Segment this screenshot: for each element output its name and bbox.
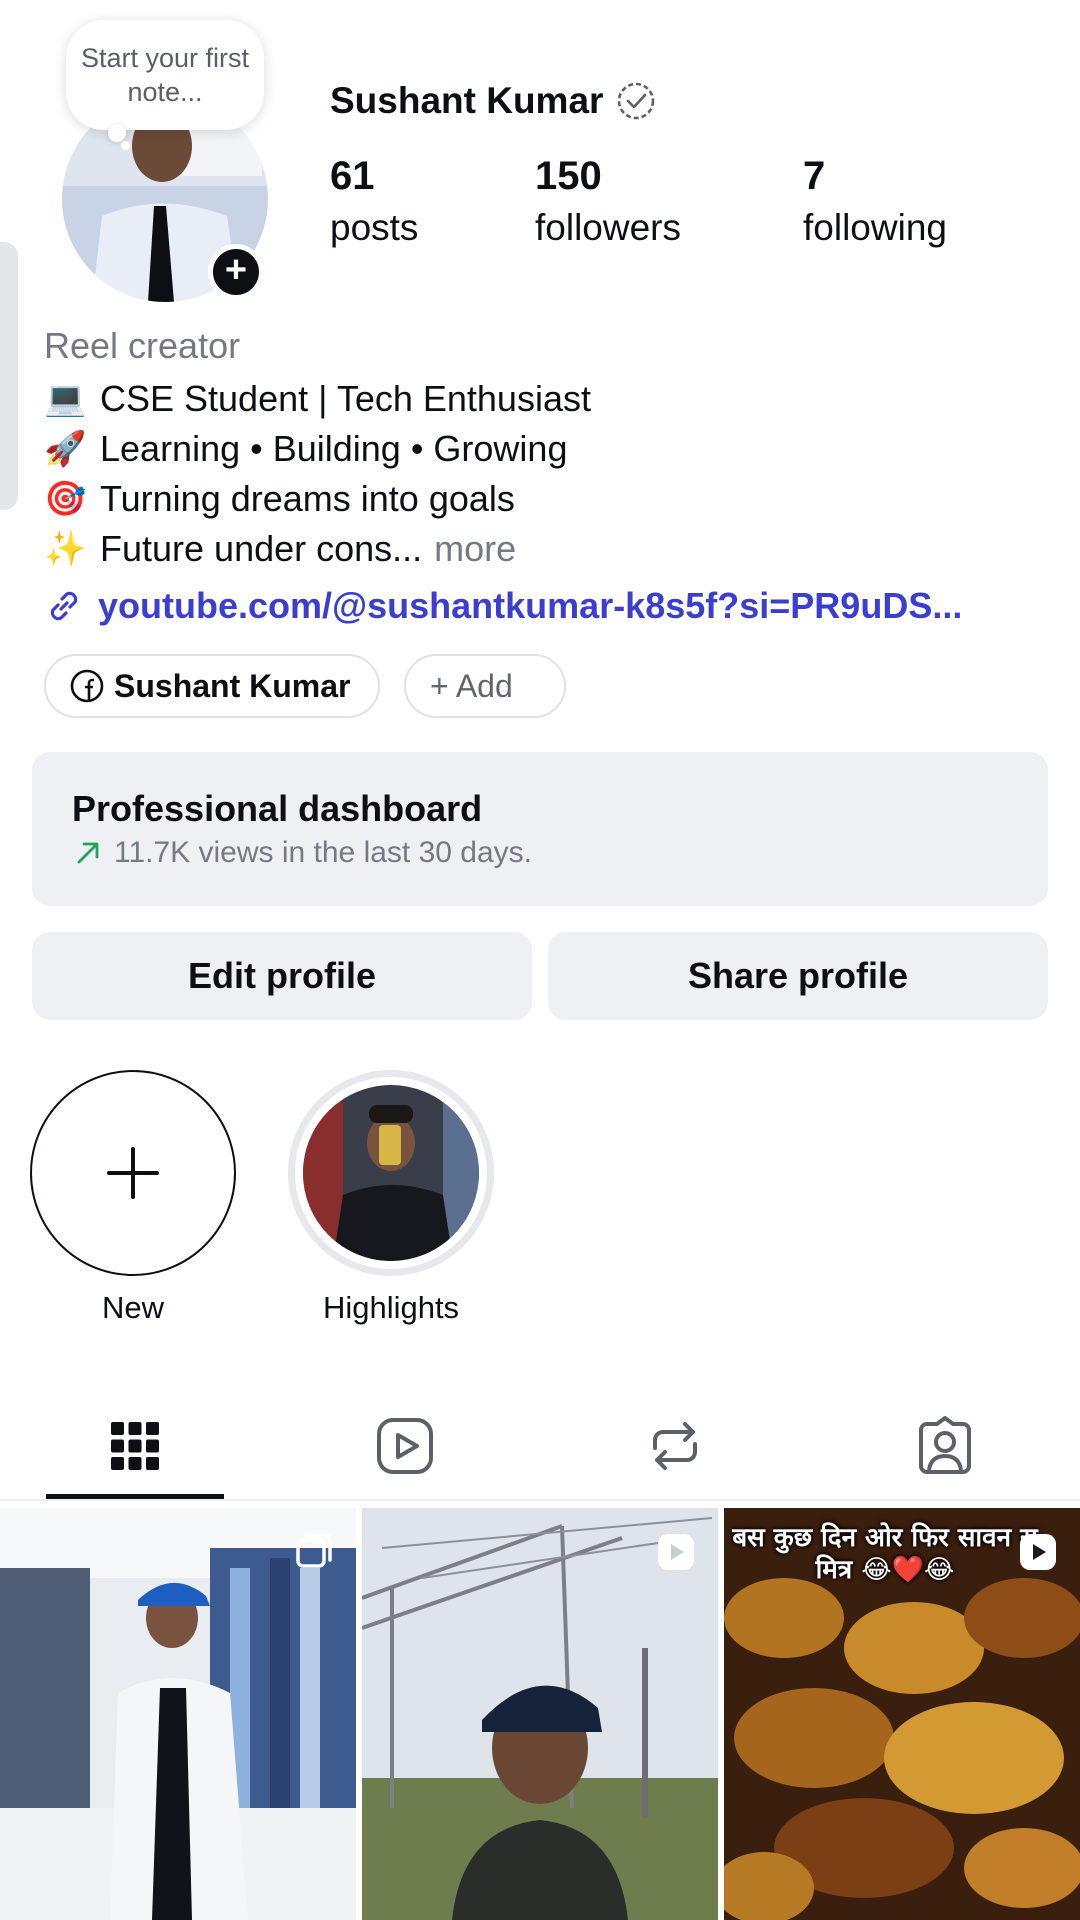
stat-following[interactable]: 7 following [803,152,947,256]
bio-line: 🎯 Turning dreams into goals [44,474,591,524]
reels-icon [377,1418,433,1474]
sparkles-emoji-icon: ✨ [44,530,87,568]
note-bubble[interactable]: Start your first note... [66,20,264,130]
dashboard-views-text: 11.7K views in the last 30 days. [114,836,533,869]
link-text: youtube.com/@sushantkumar-k8s5f?si=PR9uD… [98,585,963,626]
facebook-icon [70,669,104,703]
note-tail-dot-small [121,141,130,150]
laptop-emoji-icon: 💻 [44,380,87,418]
plus-icon [107,1147,159,1199]
new-highlight-ring [30,1070,236,1276]
stat-followers[interactable]: 150 followers [535,152,681,256]
post-tile[interactable]: बस कुछ दिन ओर फिर सावन स मित्र 😂❤️😂 [724,1508,1080,1920]
post-tile[interactable] [362,1508,718,1920]
new-highlight-button[interactable]: New [30,1070,236,1330]
reposts-icon [653,1422,697,1470]
professional-dashboard[interactable]: Professional dashboard 11.7K views in th… [32,752,1048,906]
tagged-icon [919,1416,971,1474]
dashboard-subtitle: 11.7K views in the last 30 days. [72,836,532,870]
stat-posts-value: 61 [330,154,375,198]
dashboard-title: Professional dashboard [72,788,483,829]
tab-grid[interactable] [0,1390,270,1502]
note-text: Start your first note... [80,43,250,107]
bio-line: 💻 CSE Student | Tech Enthusiast [44,374,591,424]
bio-text: CSE Student | Tech Enthusiast [100,378,591,419]
stat-followers-value: 150 [535,154,602,198]
bio-line: ✨ Future under cons... more [44,524,591,574]
highlight-ring [288,1070,494,1276]
bio-line: 🚀 Learning • Building • Growing [44,424,591,474]
reel-icon [1020,1534,1056,1570]
carousel-icon [296,1534,332,1568]
target-emoji-icon: 🎯 [44,480,87,518]
post-tile[interactable] [0,1508,356,1920]
stat-posts-label: posts [330,207,419,248]
share-profile-button[interactable]: Share profile [548,932,1048,1020]
category-label: Reel creator [44,325,241,366]
side-edge-handle[interactable] [0,242,18,510]
tab-tagged[interactable] [810,1390,1080,1502]
stat-following-label: following [803,207,947,248]
grid-icon [111,1422,159,1470]
highlight-label: Highlights [322,1290,460,1325]
stat-following-value: 7 [803,154,826,198]
highlight-cover [303,1085,479,1261]
rocket-emoji-icon: 🚀 [44,430,87,468]
bio-text: Future under cons... [100,528,423,569]
tab-reposts[interactable] [540,1390,810,1502]
post-caption: बस कुछ दिन ओर फिर सावन स मित्र 😂❤️😂 [732,1523,1038,1585]
add-chip-label: + Add [430,667,513,704]
bio-text: Learning • Building • Growing [100,428,568,469]
highlight-item[interactable]: Highlights [288,1070,494,1330]
trend-up-icon [77,842,99,864]
link-icon [50,591,78,621]
edit-profile-button[interactable]: Edit profile [32,932,532,1020]
threads-badge-icon[interactable] [615,80,657,122]
profile-name: Sushant Kumar [330,80,604,121]
reel-icon [658,1534,694,1570]
new-highlight-label: New [101,1290,164,1325]
tab-reels[interactable] [270,1390,540,1502]
post-grid: बस कुछ दिन ओर फिर सावन स मित्र 😂❤️😂 [0,1508,1080,1920]
add-link-chip[interactable]: + Add [404,654,566,718]
bio-more-link[interactable]: more [434,524,516,574]
facebook-chip-label: Sushant Kumar [114,667,351,704]
tab-divider [0,1499,1080,1501]
stat-posts[interactable]: 61 posts [330,152,418,256]
stat-followers-label: followers [535,207,681,248]
bio-text: Turning dreams into goals [100,478,515,519]
note-tail-dot [108,124,126,142]
bio: 💻 CSE Student | Tech Enthusiast 🚀 Learni… [44,374,591,574]
facebook-profile-chip[interactable]: Sushant Kumar [44,654,380,718]
profile-link[interactable]: youtube.com/@sushantkumar-k8s5f?si=PR9uD… [44,585,962,627]
